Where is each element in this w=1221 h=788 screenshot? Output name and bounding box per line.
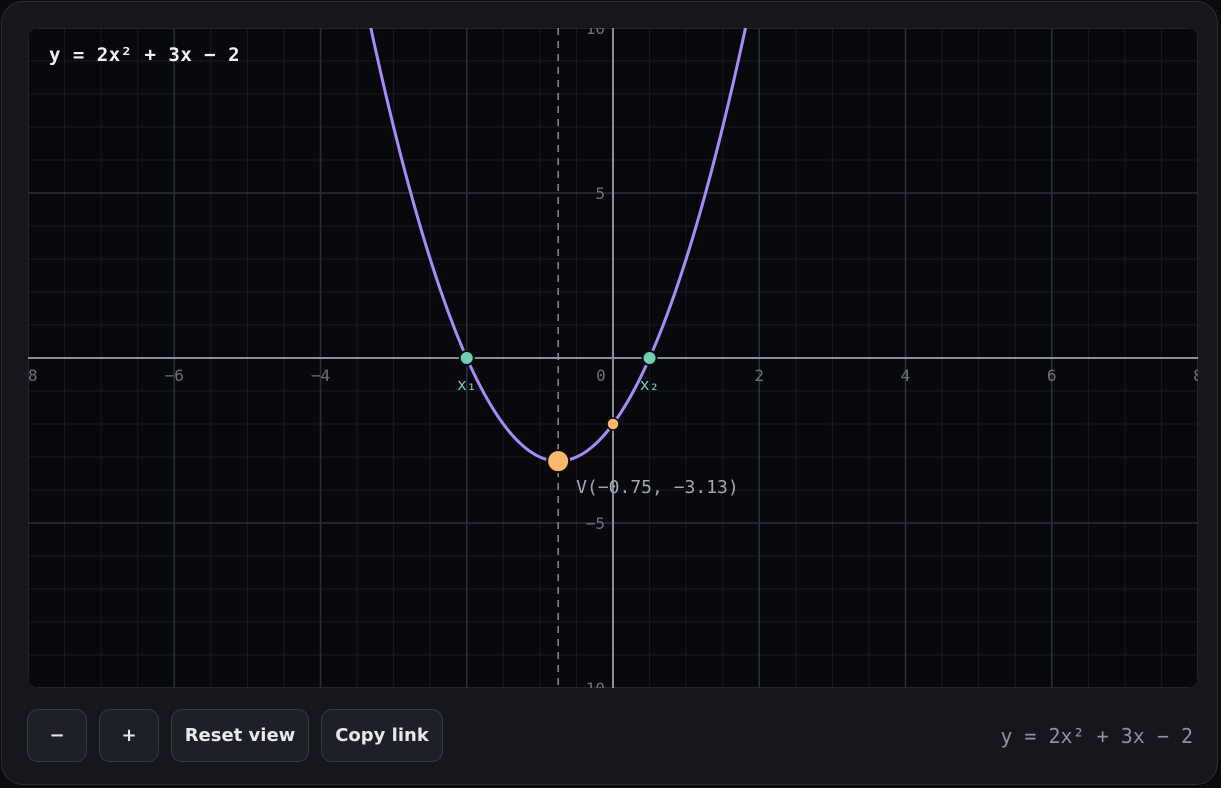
y-tick-label: 5 (595, 184, 605, 203)
x-tick-label: −6 (165, 366, 184, 385)
vertex-label: V(−0.75, −3.13) (576, 477, 739, 498)
zoom-in-button[interactable]: + (99, 709, 159, 762)
root-label: x₂ (640, 375, 659, 394)
x-tick-label: −4 (311, 366, 330, 385)
x-tick-label: 6 (1047, 366, 1057, 385)
zoom-out-button[interactable]: − (27, 709, 87, 762)
graph-canvas[interactable]: −8−6−402468105−5−10 x₁x₂V(−0.75, −3.13) … (28, 28, 1198, 688)
y-intercept-point (606, 417, 620, 431)
x-tick-label: −8 (28, 366, 38, 385)
x-tick-label: 8 (1193, 366, 1198, 385)
root-label: x₁ (457, 375, 476, 394)
equation-title: y = 2x² + 3x − 2 (49, 44, 241, 66)
x-tick-label: 2 (754, 366, 764, 385)
graph-svg[interactable]: −8 −6 −4 0 2 4 6 8 10 5 −5 −10 x₁ x₂ V(−0.75, −3.13) (28, 28, 1198, 688)
y-tick-label: −5 (586, 514, 605, 533)
copy-link-button[interactable]: Copy link (321, 709, 443, 762)
vertex-point (546, 449, 571, 474)
y-tick-label: −10 (576, 679, 605, 688)
y-tick-label: 10 (586, 28, 605, 38)
x-tick-label: 4 (901, 366, 911, 385)
x-tick-label: 0 (596, 366, 606, 385)
app-window: −8−6−402468105−5−10 x₁x₂V(−0.75, −3.13) … (1, 1, 1218, 785)
reset-view-button[interactable]: Reset view (171, 709, 309, 762)
footer-equation: y = 2x² + 3x − 2 (1000, 724, 1193, 748)
root-point (641, 350, 658, 366)
root-point (458, 350, 475, 366)
